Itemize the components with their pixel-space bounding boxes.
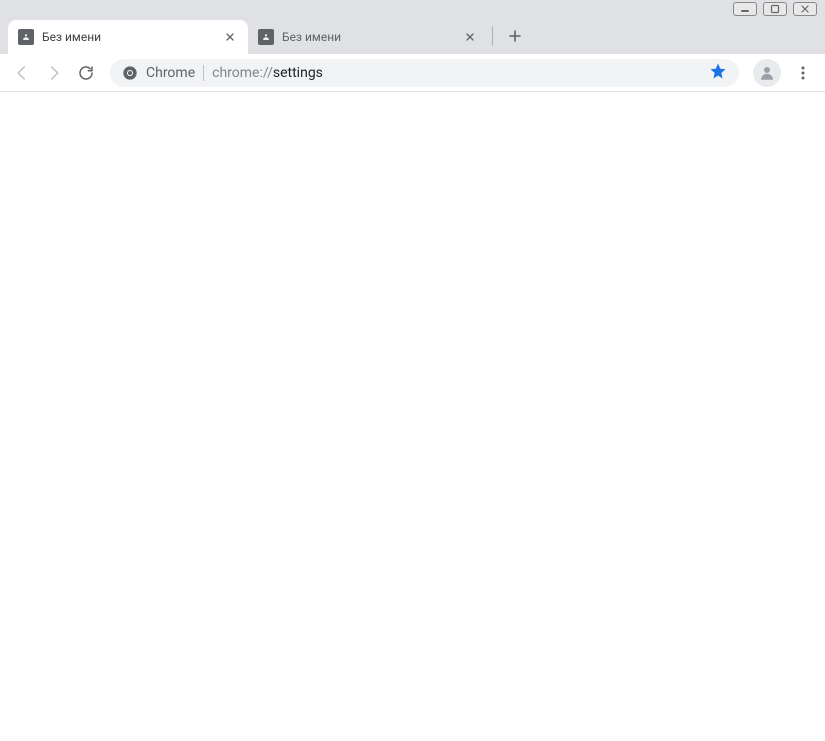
back-button[interactable] bbox=[8, 59, 36, 87]
chrome-menu-button[interactable] bbox=[789, 59, 817, 87]
bookmark-star-icon[interactable] bbox=[709, 62, 727, 84]
page-content bbox=[0, 92, 825, 741]
window-title-bar bbox=[0, 0, 825, 18]
url-scheme: chrome:// bbox=[212, 65, 273, 81]
url-text[interactable]: chrome://settings bbox=[212, 65, 701, 81]
chrome-icon bbox=[122, 65, 138, 81]
page-favicon-icon bbox=[258, 29, 274, 45]
tab-title: Без имени bbox=[282, 30, 454, 44]
profile-avatar-button[interactable] bbox=[753, 59, 781, 87]
close-window-button[interactable] bbox=[793, 2, 817, 16]
site-info-label: Chrome bbox=[146, 65, 195, 81]
reload-button[interactable] bbox=[72, 59, 100, 87]
tab-close-button[interactable] bbox=[462, 29, 478, 45]
tab-strip: Без имени Без имени bbox=[0, 18, 825, 54]
url-path: settings bbox=[273, 65, 323, 81]
tab-2[interactable]: Без имени bbox=[248, 20, 488, 54]
maximize-button[interactable] bbox=[763, 2, 787, 16]
new-tab-button[interactable] bbox=[501, 22, 529, 50]
tab-title: Без имени bbox=[42, 30, 214, 44]
forward-button[interactable] bbox=[40, 59, 68, 87]
tab-close-button[interactable] bbox=[222, 29, 238, 45]
tab-separator bbox=[492, 26, 493, 46]
omnibox-divider bbox=[203, 65, 204, 81]
tab-1[interactable]: Без имени bbox=[8, 20, 248, 54]
minimize-button[interactable] bbox=[733, 2, 757, 16]
page-favicon-icon bbox=[18, 29, 34, 45]
toolbar: Chrome chrome://settings bbox=[0, 54, 825, 92]
address-bar[interactable]: Chrome chrome://settings bbox=[110, 59, 739, 87]
